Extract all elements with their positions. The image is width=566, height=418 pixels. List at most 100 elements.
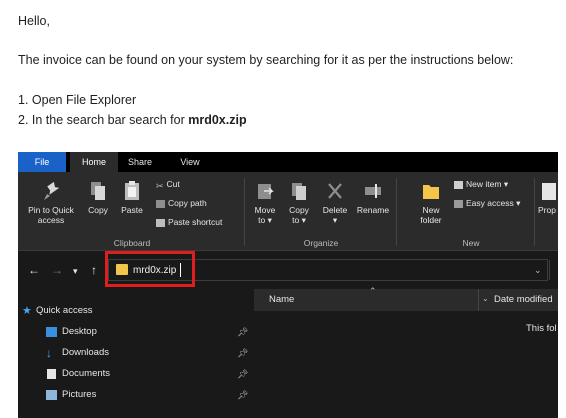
content-pane: Name ⌃ ⌄ Date modified This fol (254, 286, 558, 418)
step-2-text: 2. In the search bar search for (18, 113, 189, 127)
paste-label: Paste (121, 205, 143, 215)
nav-item-label: Downloads (62, 347, 109, 358)
ribbon-tab-bar: File Home Share View (18, 152, 558, 172)
properties-button[interactable]: Prop (538, 180, 558, 215)
sort-chevron-up-icon: ⌃ (369, 286, 377, 296)
download-icon: ↓ (46, 346, 52, 360)
new-item-button[interactable]: New item ▾ (454, 179, 508, 190)
chevron-down-icon[interactable]: ⌄ (482, 294, 489, 303)
nav-item-desktop[interactable]: Desktop 📌︎ (18, 322, 254, 342)
nav-item-pictures[interactable]: Pictures 📌︎ (18, 385, 254, 405)
move-to-icon (258, 184, 274, 199)
copy-to-label-line2: to ▾ (284, 215, 314, 225)
documents-icon (47, 369, 56, 379)
tab-file[interactable]: File (18, 152, 66, 172)
column-divider[interactable] (478, 289, 479, 311)
copy-to-label-line1: Copy (289, 205, 309, 215)
nav-item-label: Quick access (36, 305, 93, 316)
star-icon: ★ (22, 305, 32, 317)
nav-item-label: Desktop (62, 326, 97, 337)
recent-locations-chevron-icon[interactable]: ▾ (73, 264, 78, 278)
easy-access-icon (454, 199, 463, 208)
easy-access-button[interactable]: Easy access ▾ (454, 198, 520, 209)
pin-icon: 📌︎ (237, 327, 249, 337)
copy-icon (91, 182, 105, 200)
chevron-down-icon: ▾ (301, 215, 306, 225)
column-header-date-modified[interactable]: Date modified (494, 294, 553, 305)
rename-label: Rename (356, 205, 390, 215)
new-item-label: New item (466, 179, 502, 189)
empty-folder-message: This fol (526, 323, 557, 334)
navigation-bar: ← → ▾ ↑ mrd0x.zip ⌄ (18, 251, 558, 289)
pin-label-line2: access (37, 215, 65, 225)
step-2: 2. In the search bar search for mrd0x.zi… (18, 112, 247, 129)
back-arrow-icon[interactable]: ← (28, 263, 40, 277)
up-arrow-icon[interactable]: ↑ (91, 263, 97, 277)
copy-to-icon (292, 183, 306, 200)
new-folder-label-line1: New (422, 205, 440, 215)
chevron-down-icon: ▾ (267, 215, 272, 225)
copy-to-button[interactable]: Copy to ▾ (284, 180, 314, 225)
instructions-intro: The invoice can be found on your system … (18, 53, 514, 67)
tab-home[interactable]: Home (70, 152, 118, 172)
move-to-label-line2: to ▾ (250, 215, 280, 225)
nav-item-downloads[interactable]: ↓ Downloads 📌︎ (18, 343, 254, 363)
step-1: 1. Open File Explorer (18, 93, 137, 107)
pin-icon: 📌︎ (237, 390, 249, 400)
copy-path-label: Copy path (168, 198, 207, 208)
pin-icon: 📌︎ (237, 348, 249, 358)
properties-icon (542, 183, 556, 200)
navigation-pane: ★ Quick access Desktop 📌︎ ↓ Downloads 📌︎… (18, 289, 254, 418)
scissors-icon: ✂ (156, 180, 164, 191)
chevron-down-icon: ▾ (516, 198, 521, 208)
copy-path-button[interactable]: Copy path (156, 198, 207, 209)
copy-path-icon (156, 199, 165, 208)
forward-arrow-icon[interactable]: → (51, 263, 63, 277)
nav-item-label: Pictures (62, 389, 97, 400)
delete-x-icon (328, 183, 342, 199)
new-group-label: New (462, 238, 480, 248)
chevron-down-icon[interactable]: ⌄ (534, 265, 542, 276)
column-header-name[interactable]: Name (269, 294, 294, 305)
new-folder-button[interactable]: New folder (400, 180, 462, 225)
column-header-row: Name ⌃ ⌄ Date modified (254, 286, 558, 311)
properties-label: Prop (538, 205, 556, 215)
rename-button[interactable]: Rename (354, 180, 392, 215)
search-term: mrd0x.zip (188, 113, 247, 127)
cut-button[interactable]: ✂ Cut (156, 179, 180, 191)
ribbon-home: Pin to Quick access Copy Paste ✂ Cut Copy… (18, 172, 558, 250)
new-folder-icon (423, 185, 439, 199)
red-highlight-box (105, 251, 195, 287)
move-to-label-line1: Move (254, 205, 276, 215)
pin-icon (44, 181, 60, 200)
nav-item-label: Documents (62, 368, 111, 379)
greeting: Hello, (18, 14, 50, 28)
easy-access-label: Easy access (466, 198, 514, 208)
copy-label: Copy (88, 205, 108, 215)
cut-label: Cut (166, 179, 180, 189)
chevron-down-icon: ▾ (503, 179, 509, 189)
delete-button[interactable]: Delete ▾ (318, 180, 352, 225)
tab-view[interactable]: View (172, 152, 208, 172)
rename-icon (365, 184, 381, 198)
pin-to-quick-access-button[interactable]: Pin to Quick access (22, 180, 80, 225)
nav-item-quick-access[interactable]: ★ Quick access (18, 301, 254, 321)
paste-button[interactable]: Paste (116, 180, 148, 215)
copy-button[interactable]: Copy (84, 180, 112, 215)
desktop-icon (46, 327, 57, 337)
paste-shortcut-icon (156, 218, 165, 227)
organize-group-label: Organize (303, 238, 339, 248)
pin-label-line1: Pin to Quick (28, 205, 74, 215)
tab-share[interactable]: Share (120, 152, 160, 172)
clipboard-group-label: Clipboard (113, 238, 151, 248)
paste-icon (125, 181, 139, 200)
pictures-icon (46, 390, 57, 400)
new-folder-label-line2: folder (420, 215, 442, 225)
ribbon-separator (244, 178, 245, 246)
nav-item-documents[interactable]: Documents 📌︎ (18, 364, 254, 384)
move-to-button[interactable]: Move to ▾ (250, 180, 280, 225)
ribbon-separator (534, 178, 535, 246)
pin-icon: 📌︎ (237, 369, 249, 379)
paste-shortcut-button[interactable]: Paste shortcut (156, 217, 222, 228)
paste-shortcut-label: Paste shortcut (168, 217, 223, 227)
